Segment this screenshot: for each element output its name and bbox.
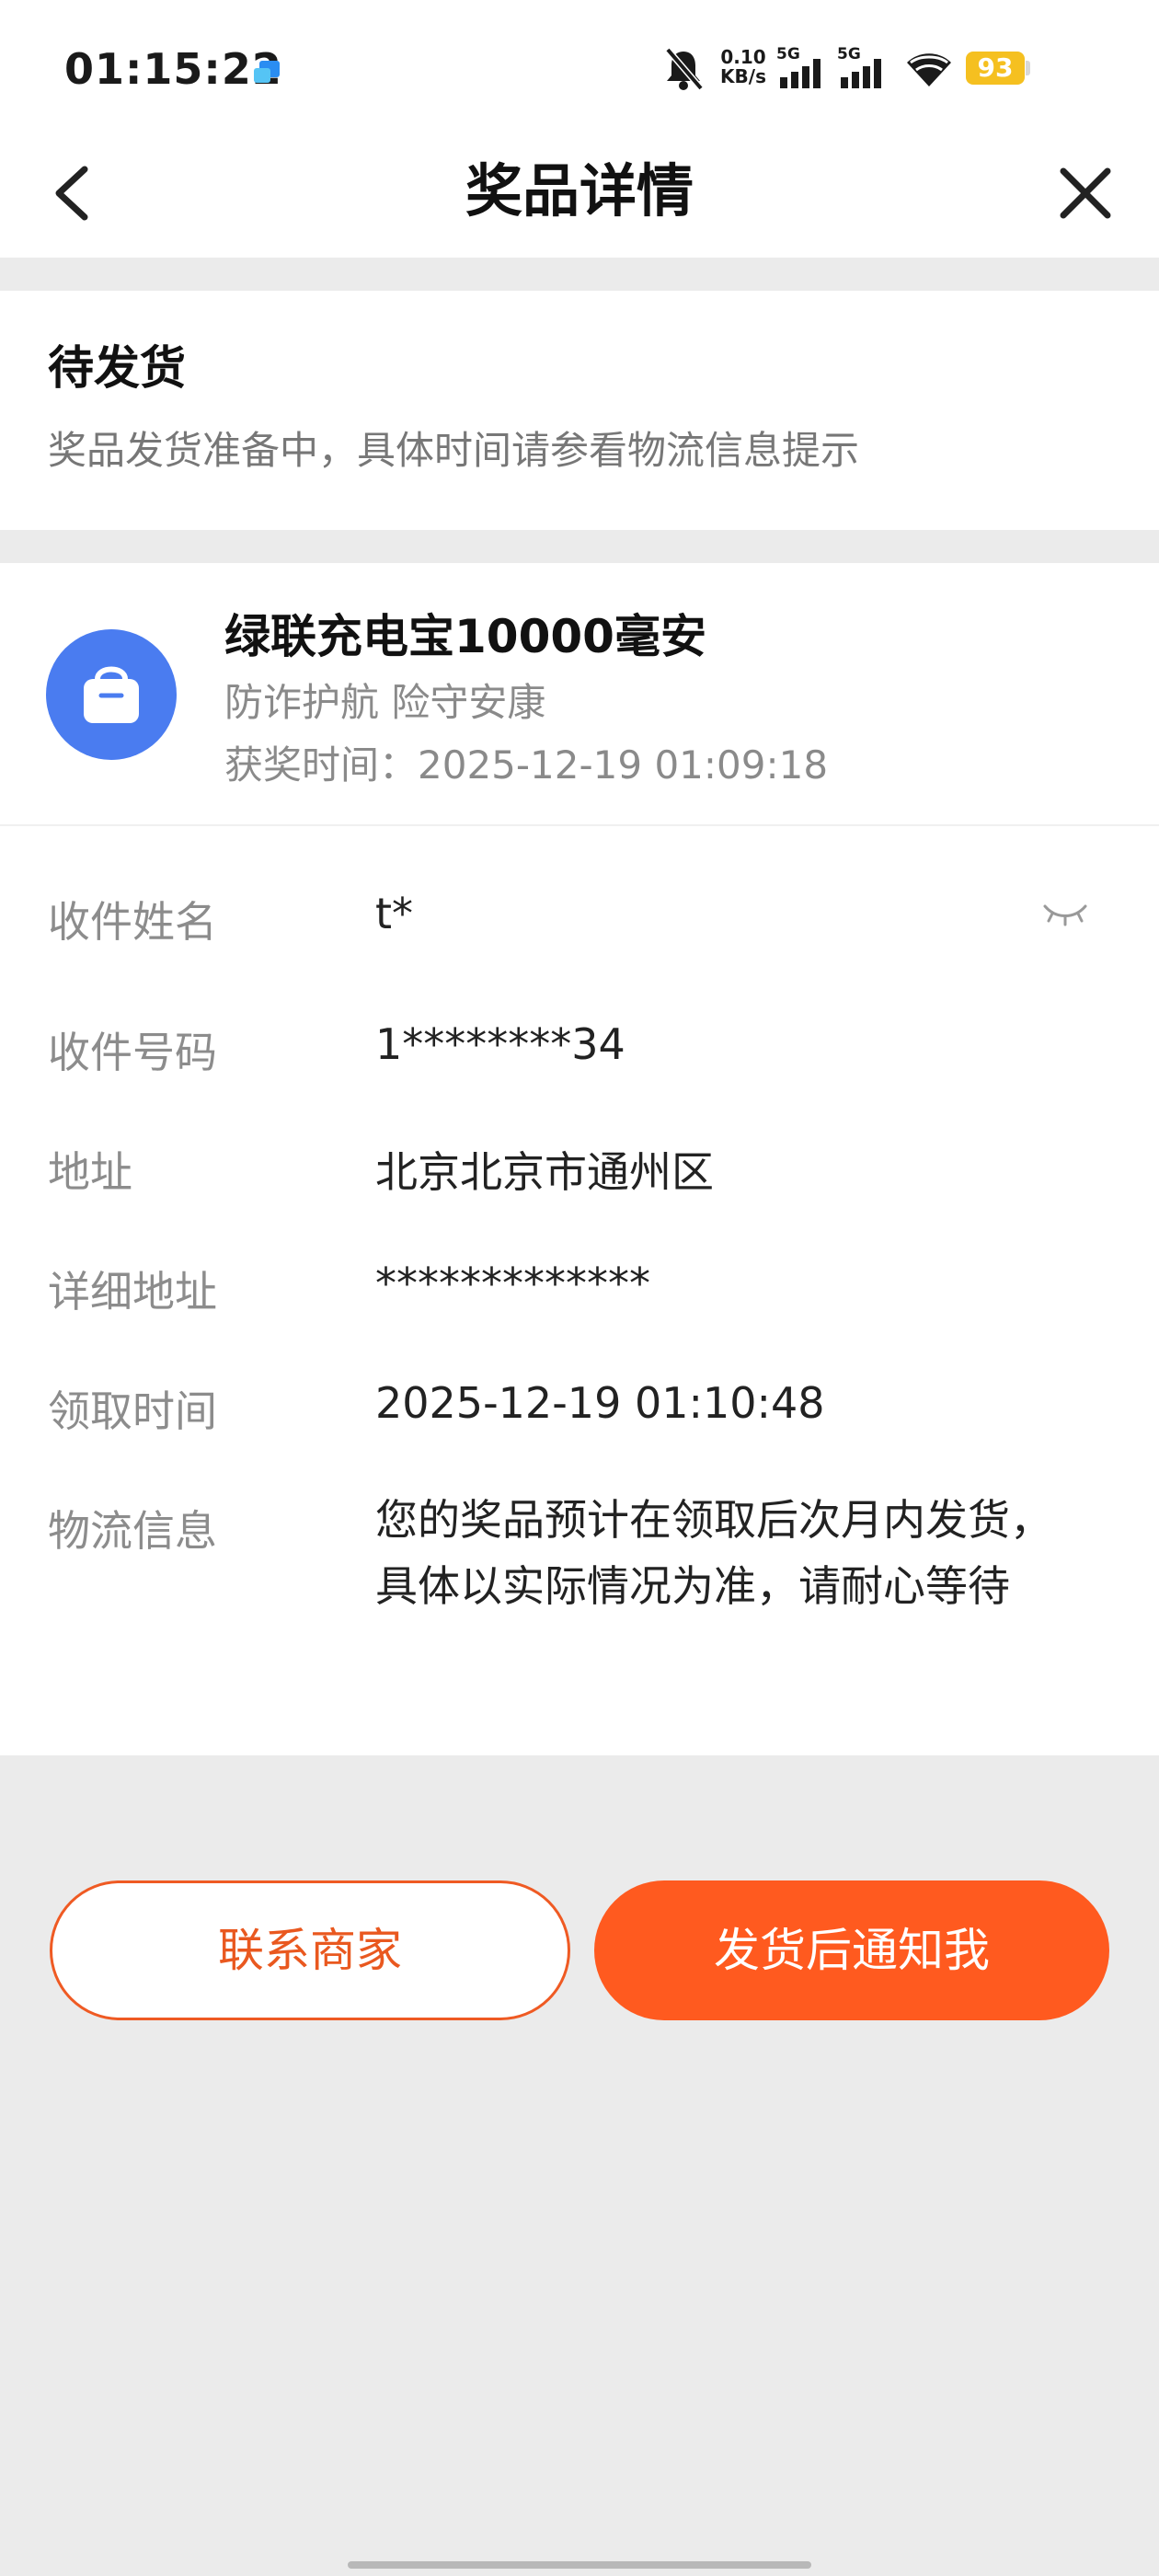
eye-closed-icon[interactable] bbox=[1041, 899, 1089, 926]
recipient-phone-value: 1********34 bbox=[375, 1019, 625, 1069]
sim1-label: 5G bbox=[776, 46, 800, 63]
prize-detail-card: 绿联充电宝10000毫安 防诈护航 险守安康 获奖时间：2025-12-19 0… bbox=[0, 563, 1159, 1755]
prize-win-time-value: 2025-12-19 01:09:18 bbox=[418, 742, 829, 788]
prize-slogan: 防诈护航 险守安康 bbox=[224, 680, 546, 725]
claim-time-label: 领取时间 bbox=[48, 1386, 217, 1436]
network-speed: 0.10 KB/s bbox=[716, 48, 771, 86]
notify-after-shipping-button[interactable]: 发货后通知我 bbox=[594, 1880, 1109, 2020]
address-value: 北京北京市通州区 bbox=[375, 1147, 714, 1197]
contact-merchant-button[interactable]: 联系商家 bbox=[50, 1880, 570, 2020]
recipient-name-label: 收件姓名 bbox=[48, 897, 217, 947]
network-speed-unit: KB/s bbox=[720, 65, 766, 87]
header: 奖品详情 bbox=[0, 138, 1159, 258]
prize-win-time: 获奖时间：2025-12-19 01:09:18 bbox=[224, 734, 828, 790]
recipient-phone-label: 收件号码 bbox=[48, 1028, 217, 1077]
prize-name: 绿联充电宝10000毫安 bbox=[224, 610, 706, 663]
prize-win-time-label: 获奖时间： bbox=[224, 742, 419, 788]
status-bar: 01:15:22 0.10 KB/s 5G 5G 93 bbox=[0, 0, 1159, 138]
shipping-status-card: 待发货 奖品发货准备中，具体时间请参看物流信息提示 bbox=[0, 291, 1159, 530]
recipient-name-value: t* bbox=[375, 889, 414, 938]
claim-time-value: 2025-12-19 01:10:48 bbox=[375, 1378, 825, 1428]
close-icon[interactable] bbox=[1049, 156, 1122, 230]
detail-address-label: 详细地址 bbox=[48, 1267, 217, 1317]
page-title: 奖品详情 bbox=[465, 157, 694, 224]
battery-icon: 93 bbox=[966, 52, 1025, 85]
shipping-status-description: 奖品发货准备中，具体时间请参看物流信息提示 bbox=[48, 428, 860, 473]
shipping-status-title: 待发货 bbox=[48, 341, 186, 395]
battery-tip bbox=[1026, 61, 1030, 75]
app-notification-icon bbox=[252, 57, 285, 86]
logistics-label: 物流信息 bbox=[48, 1506, 217, 1556]
mute-bell-icon bbox=[662, 46, 705, 96]
status-time: 01:15:22 bbox=[64, 44, 282, 94]
sim2-label: 5G bbox=[837, 46, 861, 63]
signal-icon: 5G bbox=[776, 45, 826, 94]
shopping-bag-icon bbox=[46, 629, 177, 760]
status-indicators: 0.10 KB/s 5G 5G 93 bbox=[662, 44, 1095, 99]
wifi-icon bbox=[903, 48, 955, 92]
detail-address-value: ************* bbox=[375, 1259, 650, 1308]
divider bbox=[0, 824, 1159, 826]
address-label: 地址 bbox=[48, 1147, 132, 1197]
home-indicator[interactable] bbox=[348, 2561, 811, 2569]
signal-icon: 5G bbox=[837, 45, 887, 94]
logistics-value: 您的奖品预计在领取后次月内发货，具体以实际情况为准，请耐心等待 bbox=[375, 1495, 1052, 1611]
